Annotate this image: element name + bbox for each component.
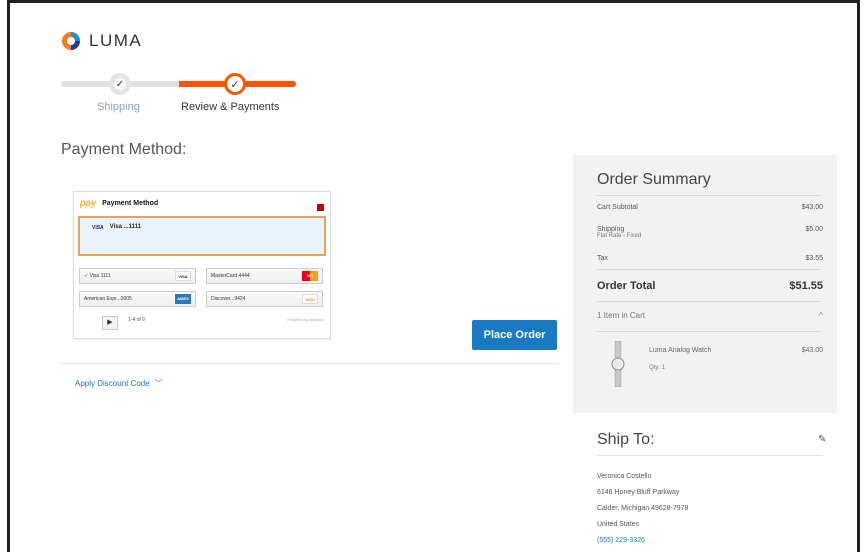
item-name: Luma Analog Watch [649, 347, 712, 354]
card-option-amex[interactable]: American Expr...0005 AMEX [79, 291, 196, 307]
visa-icon: VISA [175, 271, 191, 281]
check-icon: ✓ [109, 73, 131, 95]
card-option-label: MasterCard 4444 [211, 273, 250, 279]
shipping-row: Shipping Flat Rate - Fixed $5.00 [597, 226, 823, 239]
order-total-row: Order Total $51.55 [597, 280, 823, 292]
checkout-page: LUMA ✓ ✓ Shipping Review & Payments Paym… [7, 0, 860, 552]
page-info: 1-4 of 9 [128, 317, 145, 323]
chevron-down-icon: ﹀ [154, 379, 163, 388]
chevron-up-icon: ^ [819, 311, 823, 320]
card-option-discover[interactable]: Discover...9424 DISC [206, 291, 323, 307]
luma-logo[interactable]: LUMA [61, 31, 142, 51]
divider [597, 455, 823, 456]
subtotal-row: Cart Subtotal $43.00 [597, 204, 823, 211]
order-total-label: Order Total [597, 280, 656, 292]
discover-icon: DISC [302, 294, 318, 304]
check-icon: ✓ [224, 73, 246, 95]
visa-icon: VISA [92, 225, 104, 231]
brand-name: LUMA [89, 31, 143, 50]
product-thumbnail [611, 341, 625, 387]
subtotal-value: $43.00 [801, 204, 823, 211]
payment-method-title: Payment Method: [61, 141, 187, 158]
widget-title: Payment Method [102, 200, 159, 207]
items-in-cart-toggle[interactable]: 1 Item in Cart ^ [597, 311, 823, 320]
ship-to-city: Calder, Michigan 49628-7978 [597, 505, 689, 512]
divider [597, 301, 821, 302]
next-page-icon[interactable]: ▶ [102, 316, 118, 330]
card-option-mastercard[interactable]: MasterCard 4444 MC [206, 268, 323, 284]
place-order-button[interactable]: Place Order [472, 320, 557, 350]
item-qty: Qty: 1 [649, 365, 666, 371]
step-review-payments: Review & Payments [181, 101, 280, 113]
item-price: $43.00 [801, 347, 823, 354]
card-option-label: American Expr...0005 [84, 296, 132, 302]
apply-discount-label: Apply Discount Code [75, 379, 150, 388]
selected-card[interactable]: VISA Visa ...1111 [78, 216, 326, 256]
shipping-value: $5.00 [805, 226, 823, 233]
cart-item: Luma Analog Watch Qty: 1 $43.00 [597, 341, 823, 391]
selected-card-label: Visa ...1111 [109, 224, 141, 230]
ship-to-title: Ship To: [597, 431, 655, 448]
subtotal-label: Cart Subtotal [597, 204, 638, 211]
card-option-label: ✓ Visa 1111 [84, 273, 111, 279]
ship-to-country: United States [597, 521, 640, 528]
order-summary-title: Order Summary [597, 171, 711, 188]
amex-icon: AMEX [175, 294, 191, 304]
ship-to-name: Veronica Costello [597, 473, 652, 480]
card-option-visa[interactable]: ✓ Visa 1111 VISA [79, 268, 196, 284]
close-icon[interactable] [317, 204, 324, 211]
items-in-cart-label: 1 Item in Cart [597, 311, 646, 320]
checkout-progress: ✓ ✓ Shipping Review & Payments [61, 71, 301, 121]
divider [597, 331, 821, 332]
amazon-pay-logo: pay [80, 198, 97, 209]
tax-value: $3.55 [805, 255, 823, 262]
luma-logo-icon [62, 32, 80, 50]
order-summary: Order Summary Cart Subtotal $43.00 Shipp… [573, 155, 837, 413]
divider [61, 363, 558, 364]
step-shipping[interactable]: Shipping [97, 101, 140, 113]
order-total-value: $51.55 [789, 280, 823, 292]
pencil-icon[interactable]: ✎ [818, 434, 826, 445]
tax-label: Tax [597, 255, 608, 262]
powered-by: Powered by Amazon [287, 317, 324, 322]
divider [597, 195, 821, 196]
apply-discount-toggle[interactable]: Apply Discount Code ﹀ [75, 378, 163, 389]
shipping-label: Shipping [597, 226, 625, 233]
divider [597, 269, 821, 270]
ship-to-street: 6146 Honey Bluff Parkway [597, 489, 680, 496]
card-option-label: Discover...9424 [211, 296, 246, 302]
mastercard-icon: MC [302, 271, 318, 281]
amazon-pay-widget: pay Payment Method VISA Visa ...1111 ✓ V… [73, 191, 331, 339]
tax-row: Tax $3.55 [597, 255, 823, 262]
shipping-method: Flat Rate - Fixed [597, 233, 642, 239]
ship-to-phone[interactable]: (555) 229-3326 [597, 537, 645, 544]
